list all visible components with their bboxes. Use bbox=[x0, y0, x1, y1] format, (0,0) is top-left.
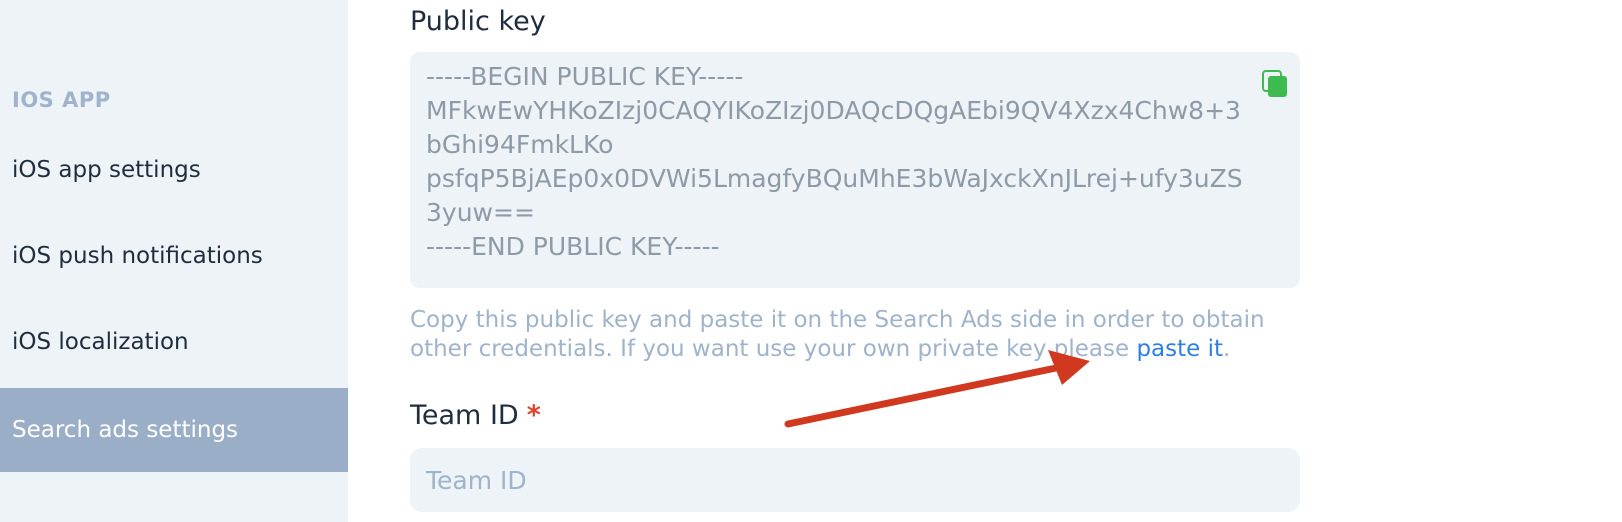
public-key-value[interactable]: -----BEGIN PUBLIC KEY----- MFkwEwYHKoZIz… bbox=[426, 60, 1256, 264]
sidebar-item-ios-app-settings[interactable]: iOS app settings bbox=[0, 128, 348, 212]
sidebar-item-label: iOS localization bbox=[12, 329, 189, 355]
public-key-label: Public key bbox=[410, 6, 546, 37]
copy-icon[interactable] bbox=[1262, 70, 1288, 98]
sidebar-item-search-ads-settings[interactable]: Search ads settings bbox=[0, 388, 348, 472]
required-mark: * bbox=[526, 400, 541, 431]
team-id-label: Team ID * bbox=[410, 400, 541, 431]
sidebar-item-label: iOS app settings bbox=[12, 157, 201, 183]
help-text-suffix: . bbox=[1223, 336, 1231, 362]
sidebar-section-title: IOS APP bbox=[12, 88, 111, 112]
team-id-label-text: Team ID bbox=[410, 400, 519, 431]
main-content: Public key -----BEGIN PUBLIC KEY----- MF… bbox=[348, 0, 1622, 522]
sidebar-item-label: Search ads settings bbox=[12, 417, 239, 443]
public-key-help-text: Copy this public key and paste it on the… bbox=[410, 306, 1310, 364]
sidebar: IOS APP iOS app settings iOS push notifi… bbox=[0, 0, 348, 522]
public-key-field[interactable]: -----BEGIN PUBLIC KEY----- MFkwEwYHKoZIz… bbox=[410, 52, 1300, 288]
sidebar-item-ios-localization[interactable]: iOS localization bbox=[0, 300, 348, 384]
sidebar-item-label: iOS push notifications bbox=[12, 243, 263, 269]
app-window: IOS APP iOS app settings iOS push notifi… bbox=[0, 0, 1622, 522]
paste-it-link[interactable]: paste it bbox=[1136, 336, 1223, 362]
sidebar-item-ios-push-notifications[interactable]: iOS push notifications bbox=[0, 214, 348, 298]
team-id-input[interactable] bbox=[410, 448, 1300, 512]
